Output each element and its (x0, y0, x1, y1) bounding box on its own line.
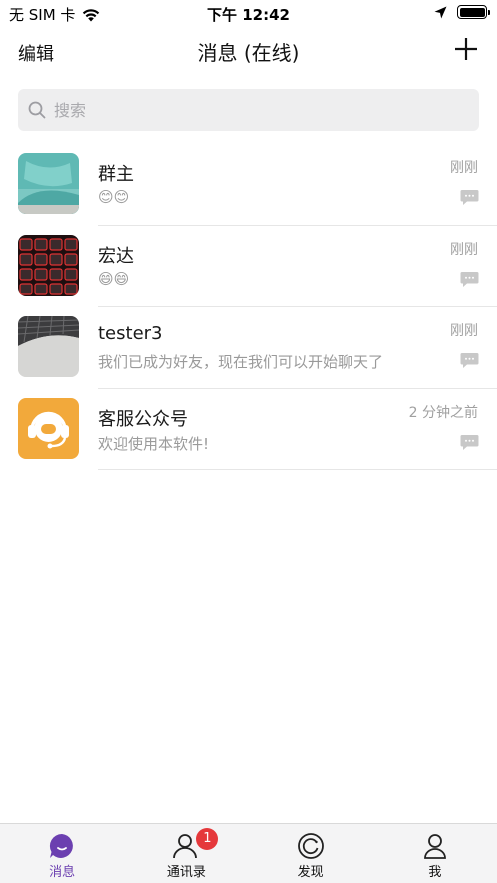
tab-label: 发现 (297, 865, 324, 880)
conversation-time: 刚刚 (450, 241, 478, 258)
row-divider (98, 469, 497, 470)
unread-badge: 1 (196, 828, 219, 850)
conversation-preview: 我们已成为好友，现在我们可以开始聊天了 (98, 353, 384, 371)
chat-bubble-icon (48, 832, 76, 860)
conversation-row-tester3[interactable]: tester3 我们已成为好友，现在我们可以开始聊天了 刚刚 (0, 307, 497, 389)
tab-label: 消息 (49, 865, 76, 880)
conversation-preview: 欢迎使用本软件! (98, 434, 210, 453)
avatar (18, 397, 79, 459)
conversation-row-hongda[interactable]: 宏达 😄😄 刚刚 (0, 226, 497, 307)
add-button[interactable] (451, 34, 481, 64)
avatar (18, 153, 79, 214)
conversation-preview: 😊😊 (98, 188, 130, 206)
avatar (18, 316, 79, 377)
location-arrow-icon (434, 6, 447, 18)
nav-bar: 编辑 消息 (在线) (0, 26, 497, 76)
conversation-row-customer-service[interactable]: 客服公众号 欢迎使用本软件! 2 分钟之前 (0, 389, 497, 470)
screen: 无 SIM 卡 下午 12:42 编辑 消息 (在线) 搜索 群主 😊😊 刚刚 … (0, 0, 497, 883)
status-right (434, 5, 490, 19)
tab-label: 我 (428, 865, 442, 880)
headset-icon (18, 397, 79, 459)
conversation-time: 刚刚 (450, 160, 478, 176)
message-bubble-icon (460, 190, 479, 205)
tab-messages[interactable]: 消息 (0, 824, 124, 883)
plus-icon (455, 38, 477, 60)
search-icon (28, 101, 46, 119)
search-bar[interactable] (18, 89, 479, 131)
conversation-name: tester3 (98, 323, 163, 344)
message-bubble-icon (460, 434, 479, 450)
avatar (18, 234, 79, 296)
page-title: 消息 (在线) (197, 41, 300, 65)
tab-bar: 消息 1 通讯录 发现 我 (0, 823, 497, 883)
tab-discover[interactable]: 发现 (249, 824, 373, 883)
conversation-preview: 😄😄 (98, 269, 130, 288)
conversation-list: 群主 😊😊 刚刚 宏达 😄😄 刚刚 tester3 我们已成为好友，现在我们可以… (0, 144, 497, 470)
message-bubble-icon (460, 353, 479, 368)
tab-label: 通讯录 (166, 865, 206, 880)
message-bubble-icon (460, 271, 479, 287)
conversation-row-group-owner[interactable]: 群主 😊😊 刚刚 (0, 144, 497, 226)
tab-contacts[interactable]: 1 通讯录 (124, 824, 248, 883)
conversation-name: 客服公众号 (98, 408, 188, 430)
conversation-time: 2 分钟之前 (408, 404, 478, 421)
status-bar: 无 SIM 卡 下午 12:42 (0, 0, 497, 26)
battery-icon (457, 5, 490, 19)
compass-icon (297, 832, 325, 860)
conversation-name: 宏达 (98, 245, 134, 267)
contacts-icon: 1 (172, 828, 219, 860)
profile-icon (421, 832, 449, 860)
conversation-name: 群主 (98, 164, 134, 185)
status-time: 下午 12:42 (207, 6, 290, 24)
conversation-time: 刚刚 (450, 323, 478, 339)
search-input[interactable] (54, 100, 454, 120)
tab-me[interactable]: 我 (373, 824, 497, 883)
